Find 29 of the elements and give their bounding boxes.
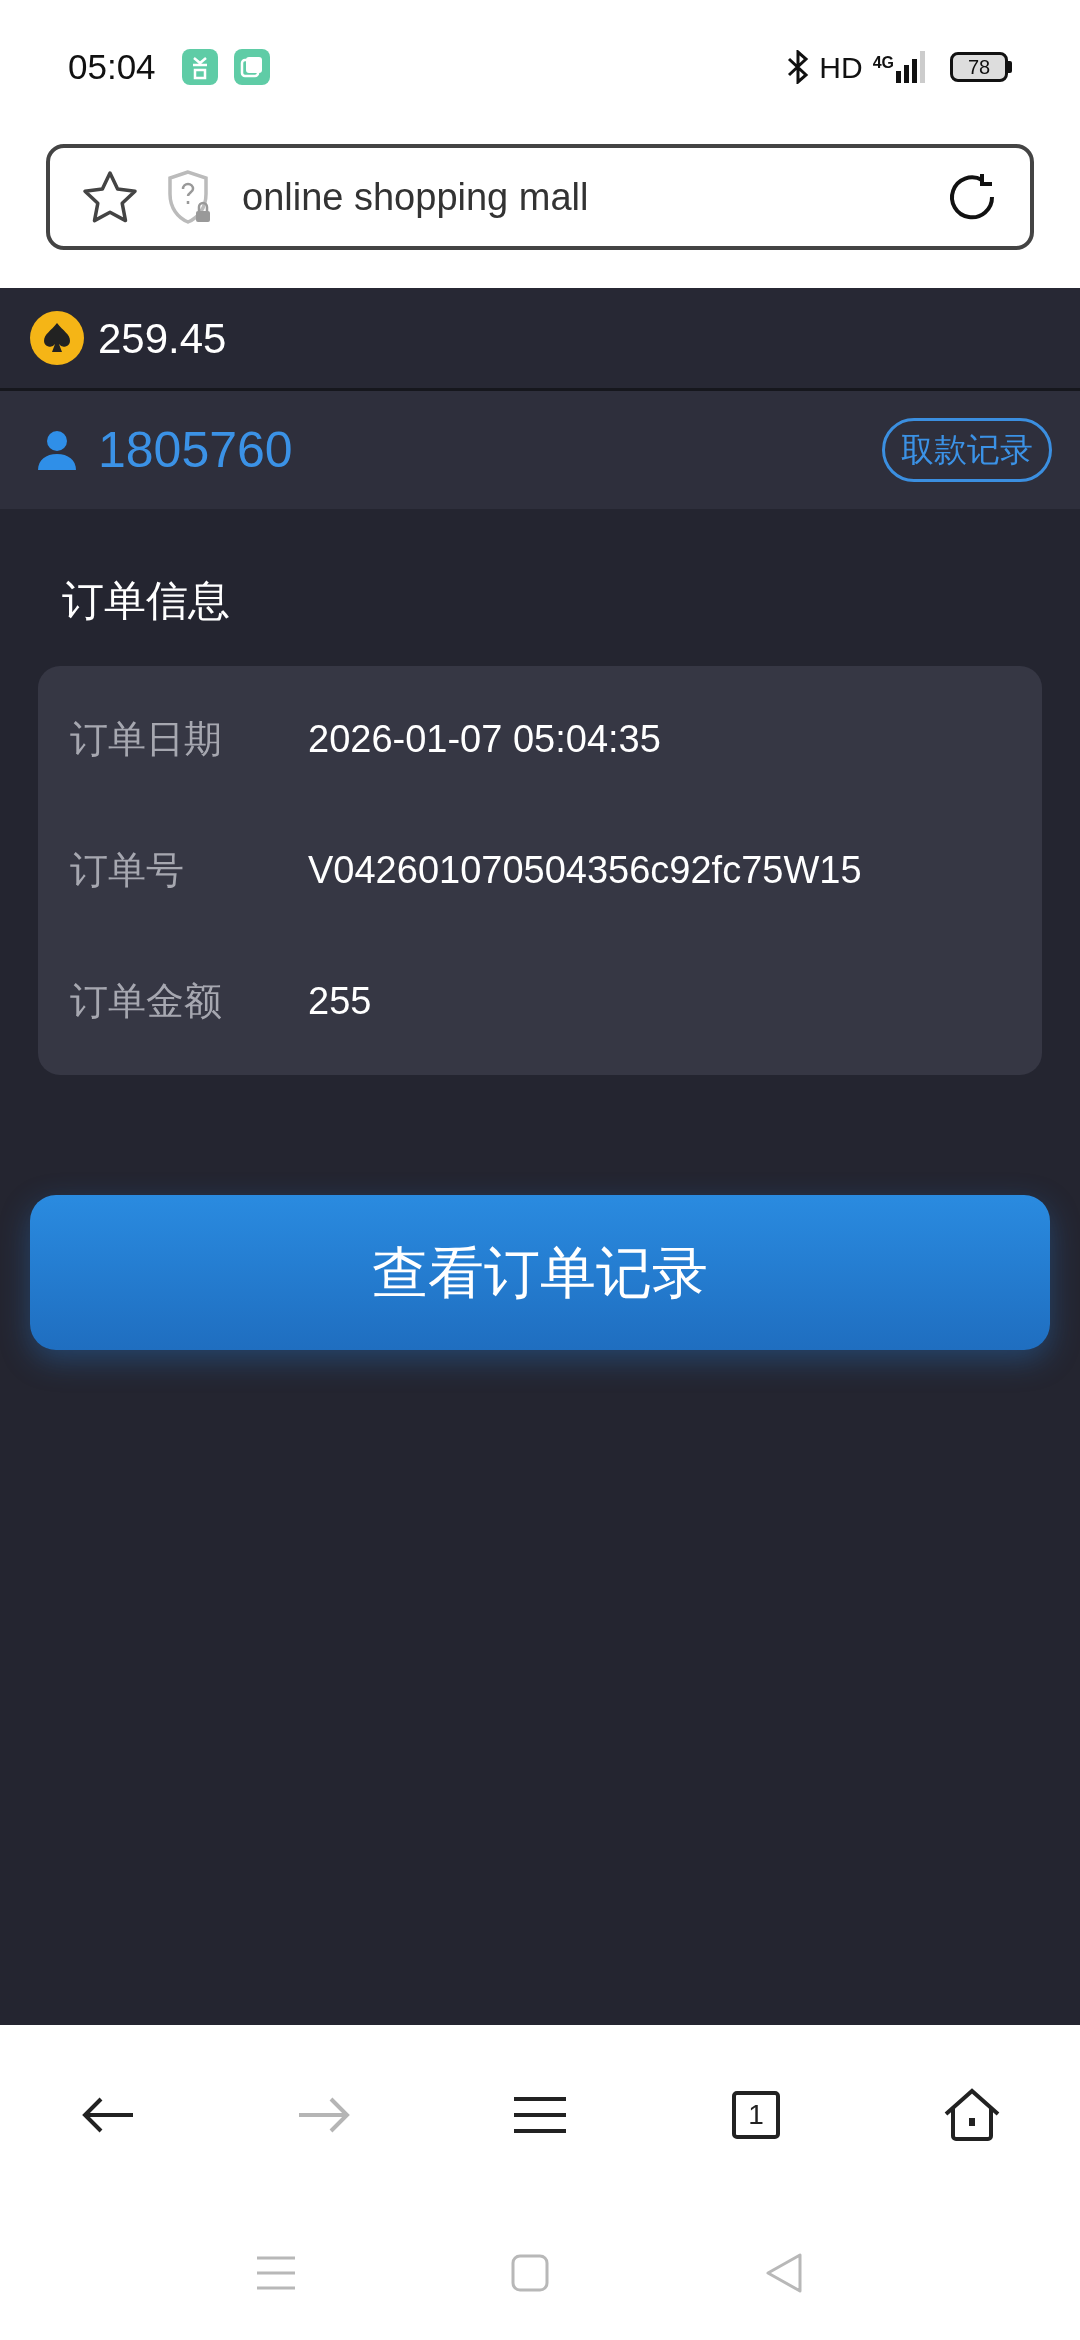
home-icon	[943, 2088, 1001, 2142]
user-id: 1805760	[98, 420, 294, 480]
spade-coin-icon	[30, 311, 84, 365]
app-notification-icon	[181, 49, 218, 85]
field-label: 订单日期	[70, 717, 223, 762]
menu-icon	[514, 2096, 566, 2134]
view-order-records-button[interactable]: 查看订单记录	[30, 1195, 1050, 1350]
status-time: 05:04	[68, 45, 156, 88]
field-label: 订单号	[70, 848, 185, 893]
withdrawal-records-button[interactable]: 取款记录	[882, 418, 1052, 482]
field-value: 2026-01-07 05:04:35	[308, 717, 661, 762]
signal-icon	[896, 51, 926, 83]
network-label: HD	[819, 49, 863, 86]
signal-type-label: 4G	[872, 53, 894, 73]
app-notification-icon	[233, 49, 270, 85]
star-icon	[82, 170, 138, 224]
bluetooth-icon	[787, 50, 810, 84]
field-value: V042601070504356c92fc75W15	[308, 848, 862, 893]
section-title: 订单信息	[61, 576, 231, 626]
battery-indicator: 78	[950, 52, 1012, 82]
address-text: online shopping mall	[242, 174, 590, 220]
field-value: 255	[308, 979, 372, 1024]
address-bar[interactable]: online shopping mall	[46, 144, 1034, 250]
tabs-button[interactable]: 1	[716, 2075, 796, 2155]
forward-arrow-icon	[297, 2095, 351, 2135]
balance-amount: 259.45	[98, 313, 227, 364]
back-arrow-icon	[81, 2095, 135, 2135]
user-icon	[36, 430, 78, 470]
field-label: 订单金额	[70, 979, 223, 1024]
